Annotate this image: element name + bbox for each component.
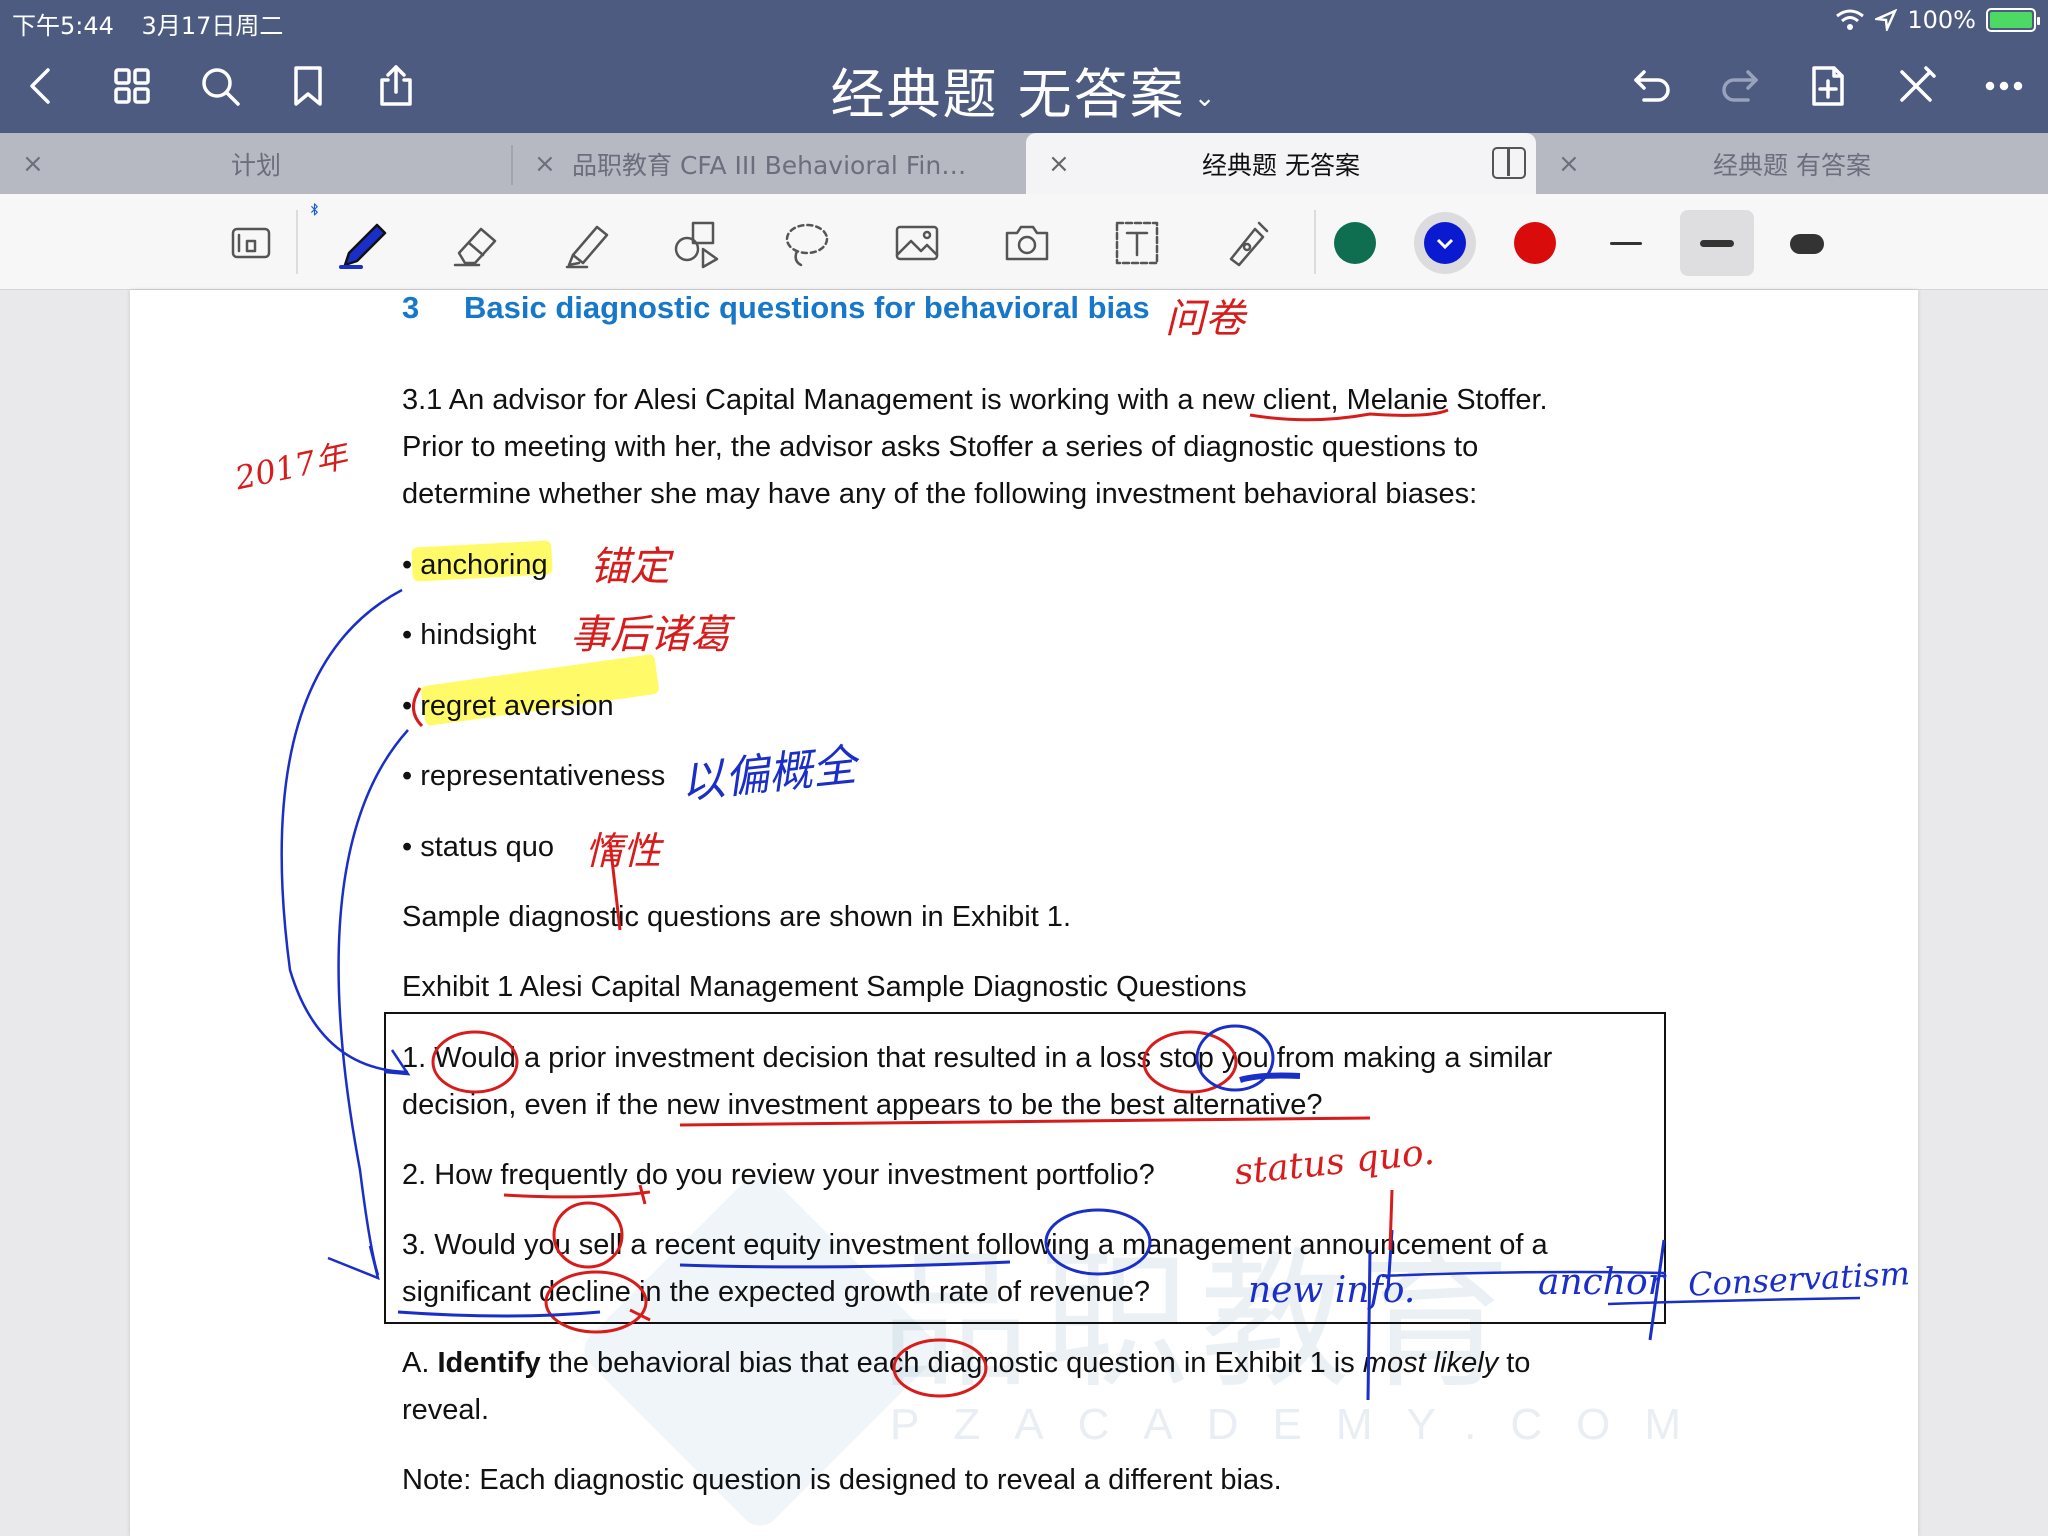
close-tools-icon[interactable] — [1888, 58, 1944, 114]
redo-icon[interactable] — [1712, 58, 1768, 114]
wifi-icon — [1836, 9, 1865, 30]
annotation-toolbar — [0, 194, 2048, 290]
tab-label: 品职教育 CFA III Behavioral Fina... — [572, 150, 981, 180]
question-2: 2. How frequently do you review your inv… — [402, 1159, 1155, 1191]
tab-close-icon[interactable]: × — [22, 149, 44, 179]
section-number: 3 — [402, 290, 420, 325]
status-time: 下午5:44 — [12, 12, 114, 40]
tab-questions-no-answers[interactable]: × 经典题 无答案 — [1026, 133, 1536, 194]
handwriting-year: 2017年 — [231, 436, 351, 498]
task-a-end: to — [1498, 1347, 1531, 1379]
color-swatch-red[interactable] — [1514, 222, 1556, 264]
bullet-representativeness: representativeness — [402, 760, 665, 793]
question-3-line-2: significant decline in the expected grow… — [402, 1276, 1151, 1308]
tab-behavioral-finance[interactable]: × 品职教育 CFA III Behavioral Fina... — [512, 133, 1024, 194]
stroke-medium[interactable] — [1700, 240, 1734, 247]
bullet-hindsight: hindsight — [402, 619, 536, 652]
app-header: 下午5:44 3月17日周二 100% 经典题 无答案 ⌄ — [0, 0, 2048, 133]
laser-pointer-icon[interactable] — [1216, 212, 1278, 274]
status-left: 下午5:44 3月17日周二 — [12, 6, 303, 41]
status-bar: 下午5:44 3月17日周二 100% — [0, 0, 2048, 40]
handwriting-anchor: anchor — [1538, 1262, 1665, 1303]
handwriting-conservatism: Conservatism — [1687, 1254, 1911, 1304]
battery-percent: 100% — [1907, 6, 1976, 34]
undo-icon[interactable] — [1624, 58, 1680, 114]
intro-line-2: Prior to meeting with her, the advisor a… — [402, 431, 1479, 463]
chevron-down-icon — [1436, 238, 1454, 250]
nav-bar: 经典题 无答案 ⌄ — [0, 40, 2048, 133]
bullet-anchoring: anchoring — [402, 549, 547, 582]
handwriting-wenjuan: 问卷 — [1165, 296, 1245, 342]
section-heading: Basic diagnostic questions for behaviora… — [464, 290, 1150, 325]
question-1-line-1: 1. Would a prior investment decision tha… — [402, 1042, 1553, 1074]
add-page-icon[interactable] — [1800, 58, 1856, 114]
toolbar-divider — [1314, 210, 1316, 274]
image-tool-icon[interactable] — [886, 212, 948, 274]
color-swatch-blue[interactable] — [1424, 222, 1466, 264]
note-line: Note: Each diagnostic question is design… — [402, 1464, 1282, 1496]
sample-line: Sample diagnostic questions are shown in… — [402, 901, 1071, 933]
toolbar-divider — [296, 210, 298, 274]
handwriting-new-info: new info. — [1248, 1270, 1416, 1311]
status-right: 100% — [1835, 6, 2040, 34]
split-view-icon[interactable] — [1492, 147, 1526, 179]
tab-label: 经典题 有答案 — [1713, 150, 1871, 180]
document-title-text: 经典题 无答案 — [830, 63, 1186, 126]
handwriting-anchoring-cn: 锚定 — [590, 544, 670, 590]
shapes-tool-icon[interactable] — [666, 212, 728, 274]
lasso-tool-icon[interactable] — [776, 212, 838, 274]
bullet-regret-aversion: regret aversion — [402, 690, 613, 723]
tab-close-icon[interactable]: × — [1558, 149, 1580, 179]
tab-questions-with-answers[interactable]: × 经典题 有答案 — [1536, 133, 2048, 194]
tab-close-icon[interactable]: × — [534, 149, 556, 179]
eraser-tool-icon[interactable] — [446, 212, 508, 274]
text-tool-icon[interactable] — [1106, 212, 1168, 274]
stroke-thin[interactable] — [1610, 242, 1642, 245]
task-a-line-2: reveal. — [402, 1394, 490, 1426]
task-a-mid: the behavioral bias that each diagnostic… — [540, 1347, 1363, 1379]
intro-line-3: determine whether she may have any of th… — [402, 478, 1478, 510]
camera-tool-icon[interactable] — [996, 212, 1058, 274]
bullet-status-quo: status quo — [402, 831, 554, 864]
more-icon[interactable] — [1976, 58, 2032, 114]
task-a-bold: Identify — [437, 1347, 541, 1379]
handwriting-status-cn: 惰性 — [585, 829, 662, 873]
tab-label: 计划 — [230, 150, 281, 180]
read-mode-icon[interactable] — [220, 212, 282, 274]
task-a-italic: most likely — [1362, 1347, 1499, 1379]
handwriting-representativeness-cn: 以偏概全 — [678, 739, 859, 810]
color-swatch-green[interactable] — [1334, 222, 1376, 264]
document-page[interactable]: 品职教育 PZACADEMY.COM 3 Basic diagnostic qu… — [130, 290, 1918, 1536]
battery-icon — [1986, 8, 2040, 32]
status-date: 3月17日周二 — [141, 12, 284, 40]
handwriting-hindsight-cn: 事后诸葛 — [570, 612, 730, 658]
intro-line-1: 3.1 An advisor for Alesi Capital Managem… — [402, 384, 1548, 416]
question-3-line-1: 3. Would you sell a recent equity invest… — [402, 1229, 1548, 1261]
pen-tool-icon[interactable] — [334, 212, 396, 274]
task-a-prefix: A. — [402, 1347, 438, 1379]
tab-label: 经典题 无答案 — [1202, 150, 1360, 180]
question-1-line-2: decision, even if the new investment app… — [402, 1089, 1323, 1121]
exhibit-title: Exhibit 1 Alesi Capital Management Sampl… — [402, 971, 1247, 1003]
title-dropdown-icon: ⌄ — [1193, 83, 1218, 114]
watermark-url: PZACADEMY.COM — [890, 1400, 1716, 1449]
location-icon — [1875, 9, 1898, 31]
tab-bar: × 计划 × 品职教育 CFA III Behavioral Fina... ×… — [0, 133, 2048, 194]
tab-plan[interactable]: × 计划 — [0, 133, 512, 194]
tab-close-icon[interactable]: × — [1048, 149, 1070, 179]
stroke-thick[interactable] — [1790, 234, 1824, 254]
highlighter-tool-icon[interactable] — [556, 212, 618, 274]
task-a-line-1: A. Identify the behavioral bias that eac… — [402, 1347, 1530, 1380]
